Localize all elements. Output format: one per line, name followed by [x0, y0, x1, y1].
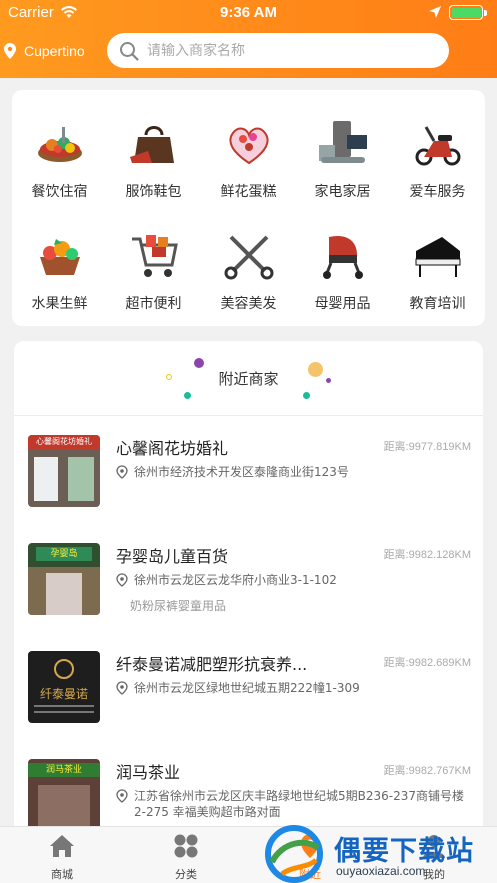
piano-icon — [415, 237, 460, 277]
category-car-service[interactable]: 爱车服务 — [390, 117, 485, 201]
food-icon — [37, 127, 82, 162]
fruit-icon — [39, 239, 80, 275]
category-fruit[interactable]: 水果生鲜 — [12, 229, 107, 313]
shop-tag: 奶粉尿裤婴童用品 — [130, 599, 227, 613]
decor-dot — [194, 358, 204, 368]
header: Carrier 9:36 AM Cupertino — [0, 0, 497, 78]
home-icon — [50, 835, 74, 857]
scooter-icon — [415, 126, 460, 166]
search-input[interactable] — [147, 42, 427, 59]
shop-thumbnail: 纤泰曼诺 — [28, 651, 100, 723]
shop-item[interactable]: 纤泰曼诺 纤泰曼诺减肥塑形抗衰养... 距离:9982.689KM 徐州市云龙区… — [14, 651, 483, 759]
tab-label: 分类 — [175, 868, 197, 881]
shop-address-text: 徐州市云龙区绿地世纪城五期222幢1-309 — [134, 681, 360, 695]
city-label: Cupertino — [24, 43, 85, 59]
category-label: 教育培训 — [409, 296, 466, 312]
category-label: 爱车服务 — [409, 184, 466, 200]
shop-address: 徐州市云龙区绿地世纪城五期222幢1-309 — [116, 680, 466, 696]
search-bar[interactable] — [107, 33, 449, 68]
shop-thumbnail: 孕婴岛 — [28, 543, 100, 615]
category-supermarket[interactable]: 超市便利 — [106, 229, 201, 313]
location-pin-icon — [116, 681, 128, 695]
city-selector[interactable]: Cupertino — [4, 41, 85, 61]
shop-distance: 距离:9982.689KM — [383, 657, 471, 669]
category-flowers-cake[interactable]: 鲜花蛋糕 — [201, 117, 296, 201]
category-food[interactable]: 餐饮住宿 — [12, 117, 107, 201]
watermark-text: 偶要下载站 — [334, 836, 474, 867]
category-baby[interactable]: 母婴用品 — [295, 229, 390, 313]
search-icon — [120, 41, 139, 61]
tab-home[interactable]: 商城 — [22, 833, 102, 882]
location-pin-icon — [116, 465, 128, 479]
shopping-cart-icon — [131, 235, 178, 277]
category-beauty[interactable]: 美容美发 — [201, 229, 296, 313]
shop-address-text: 徐州市经济技术开发区泰隆商业街123号 — [134, 465, 349, 479]
watermark-url: ouyaoxiazai.com — [336, 864, 426, 878]
shop-distance: 距离:9982.128KM — [383, 549, 471, 561]
category-label: 餐饮住宿 — [31, 184, 88, 200]
handbag-icon — [129, 126, 174, 163]
category-label: 家电家居 — [314, 184, 371, 200]
shop-name: 润马茶业 — [116, 763, 181, 782]
decor-dot — [303, 392, 310, 399]
shop-sign-text: 心馨阁花坊婚礼 — [28, 435, 100, 449]
shop-sign-text: 润马茶业 — [28, 763, 100, 777]
category-appliance[interactable]: 家电家居 — [295, 117, 390, 201]
shop-address-text: 江苏省徐州市云龙区庆丰路绿地世纪城5期B236-237商铺号楼2-275 幸福美… — [134, 789, 465, 819]
nearby-section: 附近商家 心馨阁花坊婚礼 心馨阁花坊婚礼 距离:9977.819KM 徐州市经济… — [14, 341, 483, 841]
grid-icon — [174, 834, 198, 858]
shop-sign-text: 孕婴岛 — [36, 547, 92, 561]
tab-label: 商城 — [51, 868, 73, 881]
category-label: 水果生鲜 — [31, 296, 88, 312]
shop-name: 心馨阁花坊婚礼 — [116, 439, 229, 458]
shop-item[interactable]: 孕婴岛 孕婴岛儿童百货 距离:9982.128KM 徐州市云龙区云龙华府小商业3… — [14, 543, 483, 651]
category-grid: 餐饮住宿 服饰鞋包 鲜花蛋糕 家电家居 爱车服务 水果生鲜 超市便利 美容美发 … — [12, 90, 485, 326]
shop-address: 江苏省徐州市云龙区庆丰路绿地世纪城5期B236-237商铺号楼2-275 幸福美… — [116, 788, 466, 820]
shop-distance: 距离:9977.819KM — [383, 441, 471, 453]
shop-name: 纤泰曼诺减肥塑形抗衰养... — [116, 655, 308, 674]
category-label: 鲜花蛋糕 — [220, 184, 277, 200]
status-time: 9:36 AM — [220, 4, 277, 21]
location-pin-icon — [116, 789, 128, 803]
shop-thumbnail: 心馨阁花坊婚礼 — [28, 435, 100, 507]
status-bar: Carrier 9:36 AM — [0, 0, 497, 26]
pin-icon — [4, 43, 16, 59]
battery-icon — [449, 5, 483, 20]
stroller-icon — [322, 235, 363, 279]
tab-category[interactable]: 分类 — [146, 833, 226, 882]
shop-item[interactable]: 心馨阁花坊婚礼 心馨阁花坊婚礼 距离:9977.819KM 徐州市经济技术开发区… — [14, 435, 483, 543]
location-arrow-icon — [429, 6, 441, 18]
divider — [14, 415, 483, 416]
category-clothing[interactable]: 服饰鞋包 — [106, 117, 201, 201]
category-label: 超市便利 — [125, 296, 182, 312]
section-title: 附近商家 — [218, 370, 279, 388]
shop-address-text: 徐州市云龙区云龙华府小商业3-1-102 — [134, 573, 337, 587]
shop-sign-text: 纤泰曼诺 — [39, 687, 88, 701]
battery-tip — [484, 10, 487, 16]
category-label: 服饰鞋包 — [125, 184, 182, 200]
category-label: 美容美发 — [220, 296, 277, 312]
appliance-icon — [318, 121, 367, 163]
category-label: 母婴用品 — [314, 296, 371, 312]
category-education[interactable]: 教育培训 — [390, 229, 485, 313]
shop-thumbnail: 润马茶业 — [28, 759, 100, 831]
shop-name: 孕婴岛儿童百货 — [116, 547, 229, 566]
cake-icon — [228, 127, 269, 165]
shop-distance: 距离:9982.767KM — [383, 765, 471, 777]
scissors-icon — [224, 235, 273, 280]
shop-address: 徐州市经济技术开发区泰隆商业街123号 — [116, 464, 466, 480]
shop-address: 徐州市云龙区云龙华府小商业3-1-102 — [116, 572, 466, 588]
location-pin-icon — [116, 573, 128, 587]
decor-dot — [184, 392, 191, 399]
